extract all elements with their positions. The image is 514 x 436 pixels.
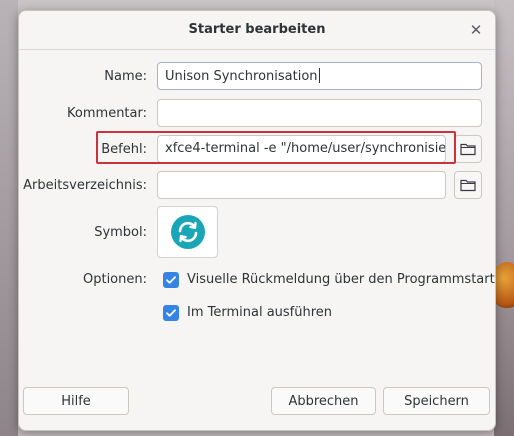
terminal-checkbox[interactable] xyxy=(163,305,179,321)
close-icon[interactable]: ✕ xyxy=(467,21,485,39)
text-cursor xyxy=(318,68,320,83)
workdir-input[interactable] xyxy=(157,171,446,199)
folder-icon xyxy=(460,143,476,156)
edit-launcher-dialog: Starter bearbeiten ✕ Name: Unison Synchr… xyxy=(18,10,496,431)
background-left xyxy=(0,0,18,436)
comment-input[interactable] xyxy=(157,99,482,127)
checkmark-icon xyxy=(166,276,176,284)
name-label: Name: xyxy=(104,69,147,84)
background-right xyxy=(494,0,514,436)
command-browse-button[interactable] xyxy=(454,135,482,163)
comment-label: Kommentar: xyxy=(67,106,147,121)
dialog-titlebar: Starter bearbeiten ✕ xyxy=(19,11,495,50)
icon-label: Symbol: xyxy=(94,225,147,240)
icon-select-button[interactable] xyxy=(157,206,218,258)
terminal-option-label[interactable]: Im Terminal ausführen xyxy=(187,305,332,320)
help-button[interactable]: Hilfe xyxy=(23,387,129,415)
dialog-title: Starter bearbeiten xyxy=(188,22,326,37)
save-button[interactable]: Speichern xyxy=(383,387,490,415)
sync-icon xyxy=(170,215,205,249)
folder-icon xyxy=(460,179,476,192)
feedback-option-label[interactable]: Visuelle Rückmeldung über den Programmst… xyxy=(187,272,495,287)
name-value: Unison Synchronisation xyxy=(165,69,318,84)
name-input[interactable]: Unison Synchronisation xyxy=(157,62,482,90)
workdir-browse-button[interactable] xyxy=(454,171,482,199)
command-highlight-box xyxy=(96,131,456,164)
feedback-checkbox[interactable] xyxy=(163,272,179,288)
cancel-button[interactable]: Abbrechen xyxy=(271,387,376,415)
workdir-label: Arbeitsverzeichnis: xyxy=(23,178,147,193)
checkmark-icon xyxy=(166,309,176,317)
options-label: Optionen: xyxy=(82,272,147,287)
